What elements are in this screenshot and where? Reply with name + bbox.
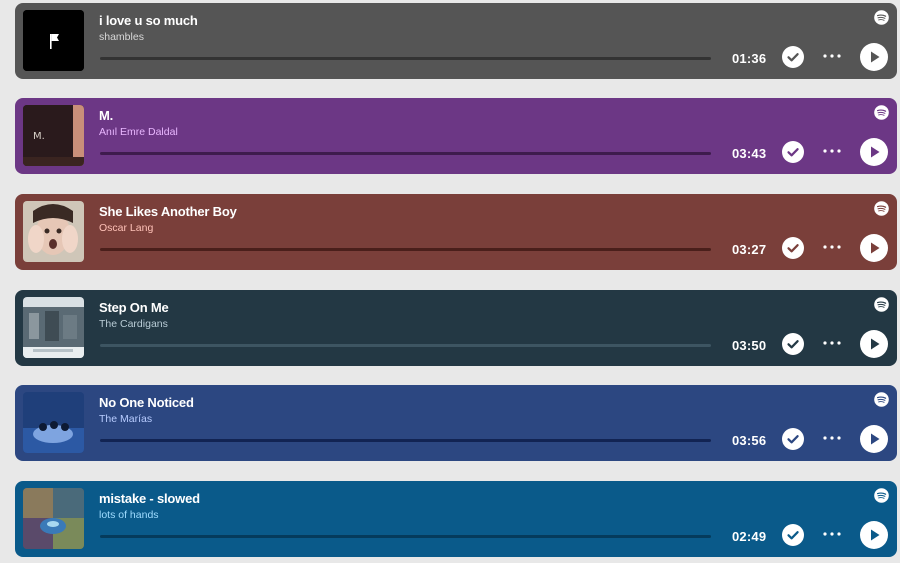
track-artist[interactable]: Anıl Emre Daldal [99,126,178,138]
track-artist[interactable]: Oscar Lang [99,222,153,234]
track-card[interactable]: No One Noticed The Marías 03:56 [15,385,897,461]
track-duration: 03:56 [732,433,767,448]
album-art [23,488,84,549]
more-dots-icon [823,436,841,440]
saved-check-button[interactable] [782,46,804,68]
album-art-collage [23,488,84,549]
saved-check-button[interactable] [782,333,804,355]
more-options-button[interactable] [821,431,843,445]
progress-bar[interactable] [100,535,711,538]
progress-bar[interactable] [100,344,711,347]
more-dots-icon [823,341,841,345]
album-art-band [23,392,84,453]
play-button[interactable] [860,138,888,166]
track-title: i love u so much [99,13,198,28]
track-title: Step On Me [99,300,169,315]
play-icon [871,146,880,158]
more-dots-icon [823,149,841,153]
track-duration: 02:49 [732,529,767,544]
more-dots-icon [823,532,841,536]
more-options-button[interactable] [821,527,843,541]
album-art-face [23,201,84,262]
play-button[interactable] [860,425,888,453]
track-duration: 03:27 [732,242,767,257]
spotify-logo-icon[interactable] [874,297,889,312]
more-options-button[interactable] [821,240,843,254]
track-duration: 03:50 [732,338,767,353]
svg-text:M.: M. [33,131,45,142]
track-card[interactable]: She Likes Another Boy Oscar Lang 03:27 [15,194,897,270]
album-art: M. [23,105,84,166]
spotify-logo-icon[interactable] [874,10,889,25]
spotify-logo-icon[interactable] [874,488,889,503]
track-artist[interactable]: shambles [99,31,144,43]
saved-check-button[interactable] [782,428,804,450]
flag-icon [23,10,84,71]
track-title: M. [99,108,114,123]
track-card[interactable]: Step On Me The Cardigans 03:50 [15,290,897,366]
play-icon [871,529,880,541]
more-options-button[interactable] [821,336,843,350]
saved-check-button[interactable] [782,524,804,546]
more-options-button[interactable] [821,144,843,158]
track-artist[interactable]: The Cardigans [99,318,168,330]
check-icon [787,340,799,349]
track-card[interactable]: i love u so much shambles 01:36 [15,3,897,79]
track-card[interactable]: mistake - slowed lots of hands 02:49 [15,481,897,557]
spotify-logo-icon[interactable] [874,392,889,407]
track-duration: 01:36 [732,51,767,66]
track-title: mistake - slowed [99,491,200,506]
album-art [23,392,84,453]
play-icon [871,433,880,445]
more-options-button[interactable] [821,49,843,63]
track-card[interactable]: M. M. Anıl Emre Daldal 03:43 [15,98,897,174]
saved-check-button[interactable] [782,141,804,163]
album-art-concert [23,297,84,358]
track-list: i love u so much shambles 01:36 M. M. An… [0,0,900,563]
saved-check-button[interactable] [782,237,804,259]
album-art [23,201,84,262]
track-title: She Likes Another Boy [99,204,237,219]
play-button[interactable] [860,330,888,358]
progress-bar[interactable] [100,248,711,251]
track-duration: 03:43 [732,146,767,161]
more-dots-icon [823,54,841,58]
track-artist[interactable]: lots of hands [99,509,159,521]
check-icon [787,244,799,253]
check-icon [787,148,799,157]
play-icon [871,51,880,63]
more-dots-icon [823,245,841,249]
track-artist[interactable]: The Marías [99,413,152,425]
play-button[interactable] [860,43,888,71]
spotify-logo-icon[interactable] [874,201,889,216]
check-icon [787,531,799,540]
check-icon [787,53,799,62]
play-button[interactable] [860,521,888,549]
spotify-logo-icon[interactable] [874,105,889,120]
album-art [23,297,84,358]
play-icon [871,338,880,350]
progress-bar[interactable] [100,57,711,60]
play-icon [871,242,880,254]
progress-bar[interactable] [100,152,711,155]
album-art-m: M. [23,105,84,166]
album-art [23,10,84,71]
check-icon [787,435,799,444]
progress-bar[interactable] [100,439,711,442]
play-button[interactable] [860,234,888,262]
track-title: No One Noticed [99,395,194,410]
